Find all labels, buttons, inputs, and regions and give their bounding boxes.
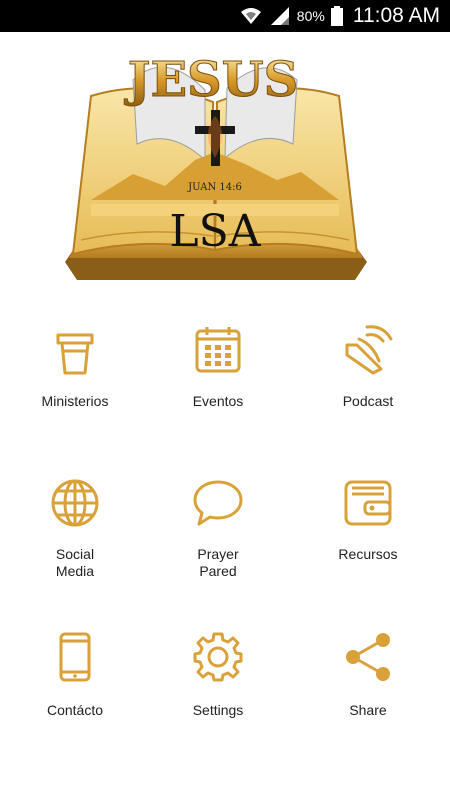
coffee-cup-icon [56,333,94,375]
clock: 11:08 AM [352,4,440,27]
logo-title: JESUS [124,52,298,108]
menu-label-line2: Media [55,563,95,579]
menu-label-line1: Prayer [197,546,239,562]
menu-label: Ministerios [41,393,109,409]
app-logo: JUAN 14:6 LSA JESUS [55,40,375,292]
logo-initials: LSA [169,206,261,257]
menu-item-ministerios[interactable]: Ministerios [0,325,150,435]
menu-label: Podcast [342,393,394,409]
menu-item-prayer-pared[interactable]: Prayer Pared [143,478,293,588]
menu-label: Contácto [46,702,104,718]
wifi-icon [240,8,261,24]
menu-item-eventos[interactable]: Eventos [143,325,293,435]
menu-label: Settings [192,702,244,718]
calendar-icon [195,327,241,373]
menu-label-line1: Social [55,546,95,562]
menu-item-contacto[interactable]: Contácto [0,632,150,742]
signal-icon [270,7,289,25]
share-icon [346,633,390,681]
menu-item-settings[interactable]: Settings [143,632,293,742]
globe-icon [51,479,99,527]
chat-bubble-icon [193,480,243,526]
menu-label: Eventos [192,393,244,409]
menu-label: Share [349,702,387,718]
battery-percent: 80% [296,8,325,24]
menu-item-social-media[interactable]: Social Media [0,478,150,588]
gear-icon [193,632,243,682]
menu-label: Recursos [338,546,398,562]
battery-icon [330,6,343,26]
menu-label-line2: Pared [199,563,237,579]
logo-verse: JUAN 14:6 [187,182,242,193]
menu-item-podcast[interactable]: Podcast [293,325,443,435]
menu-item-recursos[interactable]: Recursos [293,478,443,588]
status-bar-right: 80% 11:08 AM [239,0,440,32]
wallet-icon [344,480,392,526]
phone-icon [59,632,91,682]
speaker-icon [345,325,393,375]
status-bar: 80% 11:08 AM [0,0,450,32]
menu-item-share[interactable]: Share [293,632,443,742]
